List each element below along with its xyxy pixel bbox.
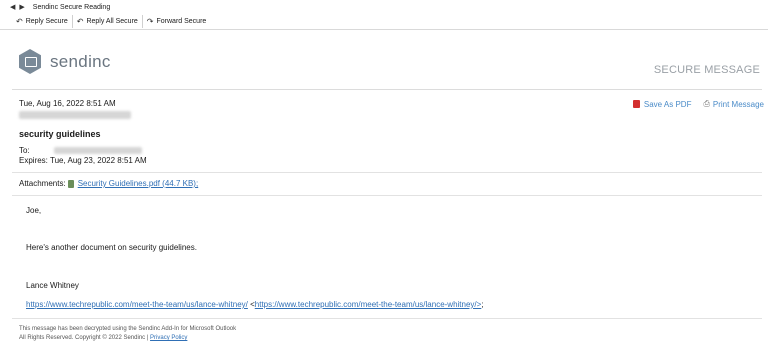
forward-arrow-icon[interactable]: ▶ — [19, 3, 24, 11]
forward-secure-button[interactable]: ↷ Forward Secure — [143, 15, 211, 28]
sendinc-hexagon-icon — [19, 49, 41, 74]
reply-all-secure-button[interactable]: ↶ Reply All Secure — [73, 15, 143, 28]
forward-secure-label: Forward Secure — [156, 18, 207, 25]
secure-message-heading: SECURE MESSAGE — [653, 64, 760, 76]
attachments-divider-top — [12, 172, 762, 173]
window-title: Sendinc Secure Reading — [32, 3, 111, 11]
reply-all-icon: ↶ — [76, 17, 84, 26]
print-message-label: Print Message — [712, 99, 764, 109]
footer-copyright: All Rights Reserved. Copyright © 2022 Se… — [19, 335, 151, 341]
header-divider — [12, 89, 762, 90]
reply-secure-label: Reply Secure — [25, 18, 68, 25]
footer-divider — [12, 318, 762, 319]
expires-row: Expires: Tue, Aug 23, 2022 8:51 AM — [19, 156, 147, 165]
print-message-button[interactable]: ⎙ Print Message — [703, 99, 764, 109]
body-greeting: Joe, — [26, 206, 42, 215]
message-actions: Save As PDF ⎙ Print Message — [621, 99, 764, 109]
footer-decryption-note: This message has been decrypted using th… — [19, 326, 237, 332]
message-subject: security guidelines — [19, 129, 101, 139]
reply-all-secure-label: Reply All Secure — [86, 18, 138, 25]
expires-value: Tue, Aug 23, 2022 8:51 AM — [49, 156, 147, 165]
to-row: To: — [19, 146, 142, 155]
link-open-bracket: < — [247, 300, 255, 309]
message-date: Tue, Aug 16, 2022 8:51 AM — [19, 99, 116, 108]
reply-icon: ↶ — [16, 17, 23, 26]
toolbar: ↶ Reply Secure ↶ Reply All Secure ↷ Forw… — [0, 14, 768, 30]
recipient-redacted — [53, 147, 142, 154]
footer-copyright-row: All Rights Reserved. Copyright © 2022 Se… — [19, 334, 236, 343]
forward-icon: ↷ — [146, 17, 154, 26]
attachments-divider-bottom — [12, 195, 762, 196]
body-links: https://www.techrepublic.com/meet-the-te… — [26, 300, 484, 309]
save-as-pdf-label: Save As PDF — [643, 99, 692, 109]
footer: This message has been decrypted using th… — [19, 325, 236, 343]
brand-name: sendinc — [50, 51, 111, 71]
back-arrow-icon[interactable]: ◀ — [10, 3, 15, 11]
profile-link-repeat[interactable]: https://www.techrepublic.com/meet-the-te… — [255, 300, 482, 309]
pdf-icon — [632, 100, 640, 108]
body-signature: Lance Whitney — [26, 281, 79, 290]
reply-secure-button[interactable]: ↶ Reply Secure — [12, 15, 73, 28]
sendinc-logo: sendinc — [19, 49, 111, 74]
attachments-label: Attachments: — [19, 179, 66, 188]
profile-link[interactable]: https://www.techrepublic.com/meet-the-te… — [26, 300, 248, 309]
sender-redacted — [19, 111, 131, 119]
link-close: ; — [481, 300, 484, 309]
privacy-policy-link[interactable]: Privacy Policy — [150, 335, 187, 341]
file-icon — [67, 179, 74, 188]
printer-icon: ⎙ — [703, 99, 710, 108]
attachment-link[interactable]: Security Guidelines.pdf (44.7 KB); — [78, 179, 199, 188]
save-as-pdf-button[interactable]: Save As PDF — [632, 99, 692, 109]
to-label: To: — [19, 146, 30, 155]
expires-label: Expires: — [19, 156, 48, 165]
title-bar: ◀ ▶ Sendinc Secure Reading — [0, 0, 768, 14]
attachments-row: Attachments: Security Guidelines.pdf (44… — [19, 179, 198, 188]
body-line: Here's another document on security guid… — [26, 243, 197, 252]
